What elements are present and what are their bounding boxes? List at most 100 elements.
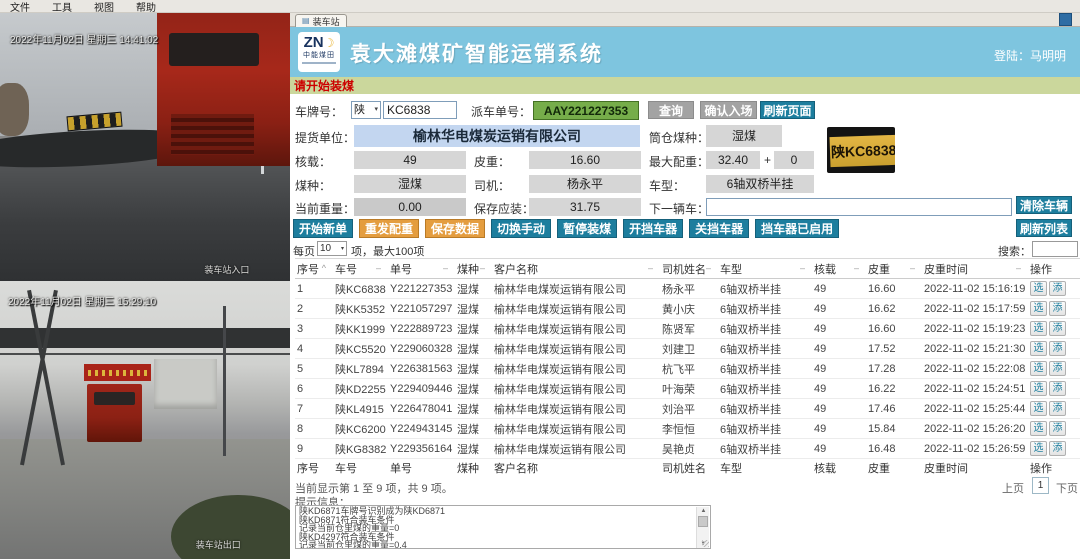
select-row-button[interactable]: 选 — [1030, 321, 1047, 336]
col-header-customer[interactable]: 客户名称– — [492, 259, 660, 279]
next-page-button[interactable]: 下页 — [1056, 480, 1078, 496]
plate-snapshot-text: 陕KC6838 — [829, 135, 895, 167]
plate-province-select[interactable]: 陕▾ — [351, 101, 381, 119]
cell-tare: 17.28 — [866, 359, 922, 379]
menu-help[interactable]: 帮助 — [136, 0, 156, 14]
cell-actions: 选添 — [1028, 319, 1080, 339]
action-button-5[interactable]: 暂停装煤 — [557, 219, 617, 238]
next-truck-label: 下一辆车： — [649, 200, 709, 217]
select-row-button[interactable]: 选 — [1030, 401, 1047, 416]
footer-col-driver: 司机姓名 — [660, 459, 718, 477]
banner-text-stripes — [88, 370, 147, 376]
col-header-truck-no[interactable]: 车号– — [333, 259, 388, 279]
cell-index: 1 — [295, 279, 333, 299]
next-truck-input[interactable] — [706, 198, 1012, 216]
cell-rated-load: 49 — [812, 359, 866, 379]
cell-actions: 选添 — [1028, 279, 1080, 299]
cell-actions: 选添 — [1028, 439, 1080, 459]
scroll-up-icon[interactable]: ▲ — [697, 507, 710, 515]
red-banner — [84, 364, 151, 381]
action-button-row: 开始新单重发配重保存数据切换手动暂停装煤开挡车器关挡车器挡车器已启用 — [293, 219, 839, 238]
hint-textarea[interactable]: 陕KD6871车牌号识别成为陕KD6871陕KD6871符合装车条件记录当前仓里… — [295, 505, 711, 549]
per-page-select[interactable]: 10▾ — [317, 241, 347, 256]
truck-type-label: 车型： — [649, 177, 685, 194]
truck-windshield — [169, 33, 260, 67]
cell-order-no: Y229356164 — [388, 439, 455, 459]
col-header-index[interactable]: 序号^ — [295, 259, 333, 279]
max-ratio-label: 最大配重： — [649, 153, 709, 170]
footer-col-load: 核载 — [812, 459, 866, 477]
status-message: 请开始装煤 — [294, 79, 354, 93]
action-button-1[interactable]: 开始新单 — [293, 219, 353, 238]
col-header-order-no[interactable]: 单号– — [388, 259, 455, 279]
col-header-driver[interactable]: 司机姓名– — [660, 259, 718, 279]
plate-province-value: 陕 — [354, 102, 365, 118]
action-button-6[interactable]: 开挡车器 — [623, 219, 683, 238]
cell-driver-name: 李恒恒 — [660, 419, 718, 439]
add-row-button[interactable]: 添 — [1049, 321, 1066, 336]
footer-col-truck-no: 车号 — [333, 459, 388, 477]
col-header-tare[interactable]: 皮重– — [866, 259, 922, 279]
select-row-button[interactable]: 选 — [1030, 301, 1047, 316]
cell-customer-name: 榆林华电煤炭运销有限公司 — [492, 279, 660, 299]
menu-view[interactable]: 视图 — [94, 0, 114, 14]
query-button[interactable]: 查询 — [648, 101, 694, 119]
search-input[interactable] — [1032, 241, 1078, 257]
scrollbar-thumb[interactable] — [698, 516, 708, 527]
page-number-button[interactable]: 1 — [1032, 477, 1049, 494]
sort-icon: – — [443, 263, 448, 273]
tab-loading-station[interactable]: ▤ 装车站 — [295, 14, 347, 27]
table-row: 7陕KL4915Y226478041湿煤榆林华电煤炭运销有限公司刘治平6轴双桥半… — [295, 399, 1080, 419]
select-row-button[interactable]: 选 — [1030, 361, 1047, 376]
col-header-coal-type[interactable]: 煤种– — [455, 259, 492, 279]
add-row-button[interactable]: 添 — [1049, 421, 1066, 436]
cell-actions: 选添 — [1028, 419, 1080, 439]
select-row-button[interactable]: 选 — [1030, 421, 1047, 436]
cell-coal-type: 湿煤 — [455, 379, 492, 399]
refresh-list-button[interactable]: 刷新列表 — [1016, 219, 1072, 237]
cell-tare-time: 2022-11-02 15:17:59 — [922, 299, 1028, 319]
resize-grip-icon[interactable] — [702, 540, 709, 547]
cell-index: 5 — [295, 359, 333, 379]
search-label: 搜索： — [998, 243, 1031, 259]
menu-tools[interactable]: 工具 — [52, 0, 72, 14]
add-row-button[interactable]: 添 — [1049, 281, 1066, 296]
action-button-7[interactable]: 关挡车器 — [689, 219, 749, 238]
table-row: 2陕KK5352Y221057297湿煤榆林华电煤炭运销有限公司黄小庆6轴双桥半… — [295, 299, 1080, 319]
add-row-button[interactable]: 添 — [1049, 441, 1066, 456]
add-row-button[interactable]: 添 — [1049, 361, 1066, 376]
select-row-button[interactable]: 选 — [1030, 381, 1047, 396]
tare-field: 16.60 — [529, 151, 641, 169]
cell-order-no: Y226478041 — [388, 399, 455, 419]
cell-index: 9 — [295, 439, 333, 459]
add-row-button[interactable]: 添 — [1049, 401, 1066, 416]
plate-number-input[interactable] — [383, 101, 457, 119]
clear-truck-button[interactable]: 清除车辆 — [1016, 196, 1072, 214]
select-row-button[interactable]: 选 — [1030, 341, 1047, 356]
select-row-button[interactable]: 选 — [1030, 441, 1047, 456]
table-row: 6陕KD2255Y229409446湿煤榆林华电煤炭运销有限公司叶海荣6轴双桥半… — [295, 379, 1080, 399]
cell-coal-type: 湿煤 — [455, 299, 492, 319]
dispatch-number-field[interactable]: AAY221227353 — [533, 101, 639, 120]
refresh-page-button[interactable]: 刷新页面 — [760, 101, 815, 119]
menu-file[interactable]: 文件 — [10, 0, 30, 14]
col-header-truck-type[interactable]: 车型– — [718, 259, 812, 279]
select-row-button[interactable]: 选 — [1030, 281, 1047, 296]
cell-tare: 17.52 — [866, 339, 922, 359]
action-button-4[interactable]: 切换手动 — [491, 219, 551, 238]
action-button-3[interactable]: 保存数据 — [425, 219, 485, 238]
cell-driver-name: 杨永平 — [660, 279, 718, 299]
logo-text: ZN — [304, 34, 324, 51]
col-header-load[interactable]: 核载– — [812, 259, 866, 279]
add-row-button[interactable]: 添 — [1049, 341, 1066, 356]
cell-coal-type: 湿煤 — [455, 319, 492, 339]
truck-queue-table: 序号^ 车号– 单号– 煤种– 客户名称– 司机姓名– 车型– 核载– 皮重– … — [295, 258, 1080, 477]
add-row-button[interactable]: 添 — [1049, 301, 1066, 316]
confirm-entry-button[interactable]: 确认入场 — [700, 101, 757, 119]
col-header-tare-time[interactable]: 皮重时间– — [922, 259, 1028, 279]
prev-page-button[interactable]: 上页 — [1002, 480, 1024, 496]
add-row-button[interactable]: 添 — [1049, 381, 1066, 396]
action-button-2[interactable]: 重发配重 — [359, 219, 419, 238]
table-footer-header-row: 序号 车号 单号 煤种 客户名称 司机姓名 车型 核载 皮重 皮重时间 操作 — [295, 459, 1080, 477]
action-button-8[interactable]: 挡车器已启用 — [755, 219, 839, 238]
